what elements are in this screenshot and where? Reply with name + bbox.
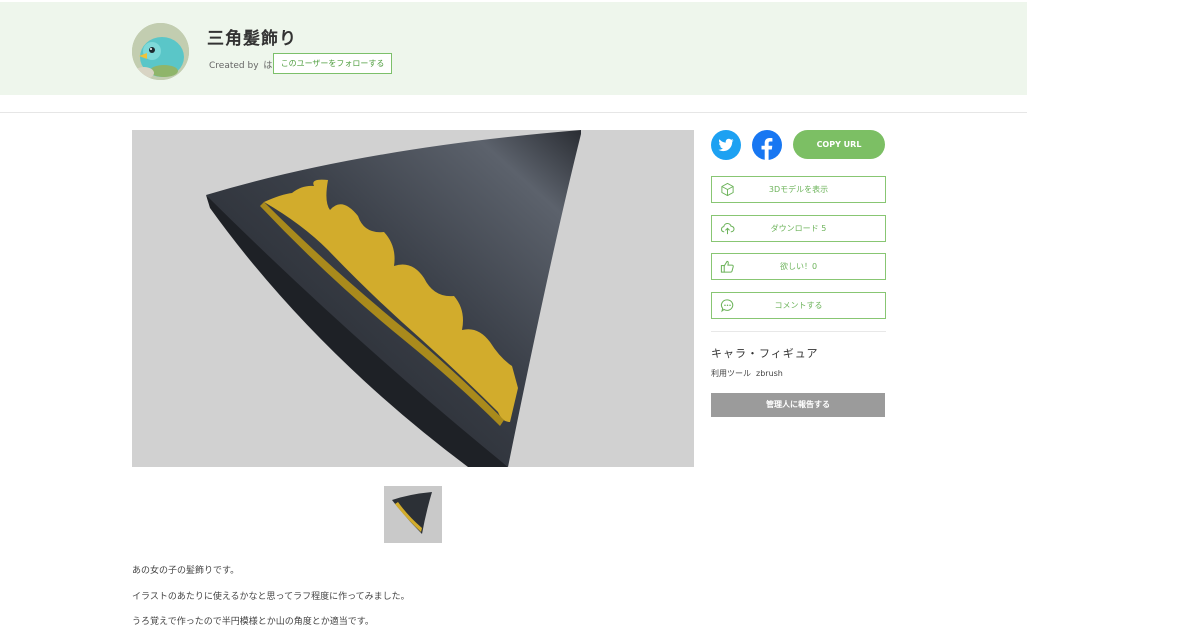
view-3d-model-button[interactable]: 3Dモデルを表示 (711, 176, 886, 203)
created-by: Created by はこ (207, 58, 281, 71)
want-button[interactable]: 欲しい！0 (711, 253, 886, 280)
divider (0, 112, 1027, 113)
tools-used: 利用ツール zbrush (711, 368, 783, 379)
report-to-admin-button[interactable]: 管理人に報告する (711, 393, 885, 417)
avatar[interactable] (132, 23, 189, 80)
model-preview-image[interactable] (132, 130, 694, 467)
facebook-share-button[interactable] (752, 130, 782, 160)
want-label: 欲しい！0 (779, 262, 818, 271)
twitter-share-button[interactable] (711, 130, 741, 160)
description-line: イラストのあたりに使えるかなと思ってラフ程度に作ってみました。 (132, 592, 410, 602)
facebook-icon (761, 138, 773, 160)
divider (711, 331, 886, 332)
page-title: 三角髪飾り (207, 29, 297, 49)
description-line: うろ覚えで作ったので半円模様とか山の角度とか適当です。 (132, 617, 374, 627)
copy-url-button[interactable]: COPY URL (793, 130, 885, 159)
tools-value: zbrush (756, 369, 783, 378)
hat-image (132, 130, 694, 467)
created-by-prefix: Created by (209, 61, 259, 71)
description-line: あの女の子の髪飾りです。 (132, 566, 240, 576)
follow-button[interactable]: このユーザーをフォローする (273, 53, 392, 74)
download-button[interactable]: ダウンロード 5 (711, 215, 886, 242)
tools-label: 利用ツール (711, 369, 751, 378)
bird-avatar-icon (132, 23, 189, 80)
comment-button[interactable]: コメントする (711, 292, 886, 319)
view-3d-model-label: 3Dモデルを表示 (768, 185, 829, 194)
download-label: ダウンロード 5 (770, 224, 827, 233)
hat-thumbnail-icon (384, 486, 442, 543)
category[interactable]: キャラ・フィギュア (711, 345, 819, 361)
twitter-icon (718, 138, 734, 152)
comment-label: コメントする (774, 301, 823, 310)
thumbnail-image[interactable] (384, 486, 442, 543)
profile-header: 三角髪飾り Created by はこ このユーザーをフォローする (0, 2, 1027, 95)
